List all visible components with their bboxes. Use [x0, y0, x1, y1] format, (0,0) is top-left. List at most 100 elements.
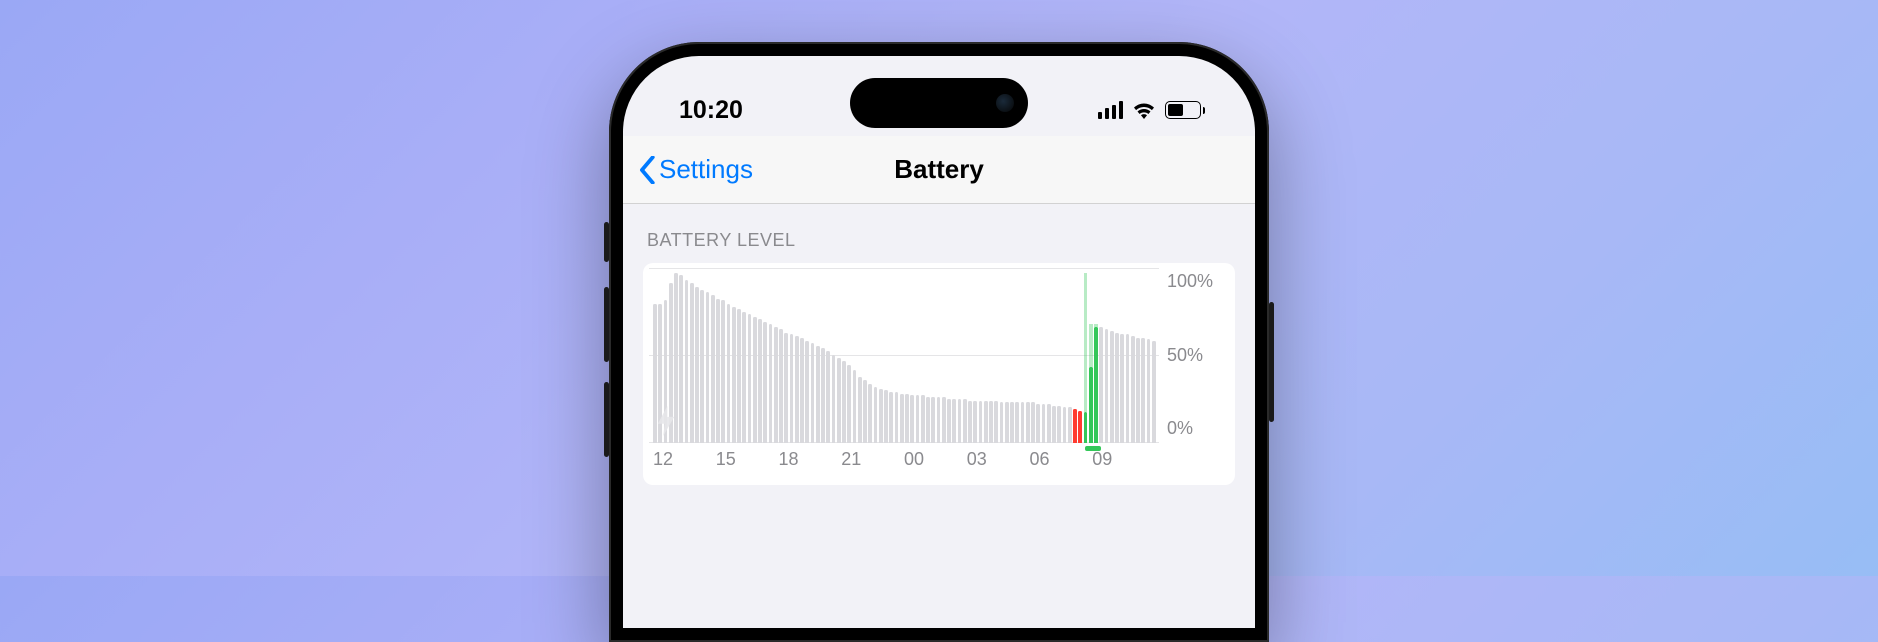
lightning-icon	[655, 406, 677, 441]
chart-bar	[1052, 406, 1056, 443]
chart-bar	[811, 343, 815, 443]
chart-bar	[931, 397, 935, 443]
chart-bar	[721, 300, 725, 443]
chart-bar	[1147, 339, 1151, 443]
chart-bar	[805, 341, 809, 443]
chart-bar	[832, 355, 836, 443]
chart-bar	[1026, 402, 1030, 443]
chart-bar	[774, 327, 778, 443]
chart-bar	[753, 317, 757, 443]
chart-bar	[1010, 402, 1014, 443]
chart-bar	[1110, 331, 1114, 443]
side-button	[604, 287, 609, 362]
chart-bar	[989, 401, 993, 444]
chart-bar	[1057, 406, 1061, 443]
chart-bar	[795, 336, 799, 443]
chart-bar	[910, 395, 914, 443]
chart-bar	[790, 334, 794, 443]
y-axis: 100% 50% 0%	[1167, 269, 1223, 479]
page-title: Battery	[894, 154, 984, 185]
chart-bar	[984, 401, 988, 444]
chart-bar	[979, 401, 983, 444]
battery-chart[interactable]: 1215182100030609 100%50%0%	[643, 263, 1235, 485]
chart-bar	[1031, 402, 1035, 443]
chart-bar	[1063, 407, 1067, 443]
chart-bar	[690, 283, 694, 443]
chart-bar	[1131, 336, 1135, 443]
phone-frame: 10:20 Settings Battery	[609, 42, 1269, 642]
status-time: 10:20	[679, 96, 743, 125]
chart-bar	[853, 370, 857, 443]
chart-bar	[863, 380, 867, 443]
chart-bar	[1015, 402, 1019, 443]
chart-bar	[942, 397, 946, 443]
front-camera-icon	[996, 94, 1014, 112]
chart-bar	[1021, 402, 1025, 443]
x-tick: 21	[841, 449, 904, 479]
chart-bar	[952, 399, 956, 443]
chart-bar	[1152, 341, 1156, 443]
chart-bar	[1089, 367, 1093, 444]
chart-bar	[837, 358, 841, 443]
side-button	[604, 222, 609, 262]
chart-bar	[800, 338, 804, 443]
content-area: BATTERY LEVEL 1215182100030609 100%50%0%	[623, 204, 1255, 485]
side-button	[604, 382, 609, 457]
chart-bar	[963, 399, 967, 443]
chart-bar	[858, 377, 862, 443]
chart-bar	[900, 394, 904, 443]
chart-bar	[926, 397, 930, 443]
side-button	[1269, 302, 1274, 422]
chart-bar	[826, 351, 830, 443]
chart-bar	[968, 401, 972, 444]
chart-bar	[994, 401, 998, 444]
x-tick: 15	[716, 449, 779, 479]
chart-bar	[1120, 334, 1124, 443]
y-tick: 0%	[1167, 418, 1223, 439]
battery-icon	[1165, 101, 1205, 119]
chart-bar	[1005, 402, 1009, 443]
chart-bar	[727, 304, 731, 443]
chart-bar	[973, 401, 977, 444]
chart-bar	[1042, 404, 1046, 443]
chart-bar	[905, 394, 909, 443]
screen: 10:20 Settings Battery	[623, 56, 1255, 628]
chart-bar	[1084, 412, 1088, 443]
chart-bar	[1047, 404, 1051, 443]
chart-bar	[884, 390, 888, 443]
chart-bar	[1136, 338, 1140, 443]
chart-bar	[1068, 407, 1072, 443]
chart-bar	[758, 319, 762, 443]
y-tick: 100%	[1167, 271, 1223, 292]
chart-bar	[821, 348, 825, 443]
chart-bar	[1000, 402, 1004, 443]
chart-bar	[1099, 327, 1103, 443]
chart-bar	[716, 299, 720, 444]
chart-bar	[679, 275, 683, 443]
chart-bar	[958, 399, 962, 443]
dynamic-island	[850, 78, 1028, 128]
x-tick: 18	[779, 449, 842, 479]
chart-bar	[842, 361, 846, 443]
x-tick: 09	[1092, 449, 1155, 479]
chart-bar	[879, 389, 883, 443]
chart-bar	[779, 329, 783, 443]
chart-bar	[1105, 329, 1109, 443]
chart-bar	[685, 280, 689, 443]
chart-bar	[784, 333, 788, 444]
cellular-signal-icon	[1098, 101, 1124, 119]
chart-bar	[1094, 327, 1098, 443]
back-button[interactable]: Settings	[639, 154, 753, 185]
x-tick: 12	[653, 449, 716, 479]
chart-bar	[937, 397, 941, 443]
x-tick: 00	[904, 449, 967, 479]
chart-bar	[769, 324, 773, 443]
chart-bar	[1078, 411, 1082, 443]
chart-bar	[895, 392, 899, 443]
section-header: BATTERY LEVEL	[643, 230, 1235, 251]
chart-bar	[737, 309, 741, 443]
y-tick: 50%	[1167, 345, 1223, 366]
chart-bar	[706, 292, 710, 443]
chart-bar	[742, 312, 746, 443]
chart-bar	[700, 290, 704, 443]
